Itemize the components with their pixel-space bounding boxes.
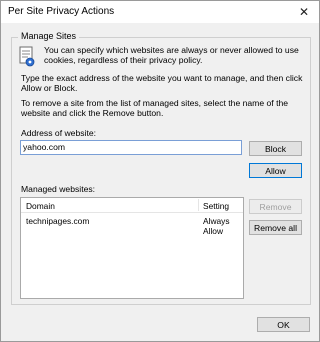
remove-all-button[interactable]: Remove all: [249, 220, 302, 235]
list-header: Domain Setting: [21, 198, 243, 213]
cookie-privacy-icon: [19, 46, 35, 67]
close-icon[interactable]: ✕: [289, 1, 319, 23]
ok-button[interactable]: OK: [257, 317, 310, 332]
managed-websites-label: Managed websites:: [21, 184, 96, 194]
remove-hint-text: To remove a site from the list of manage…: [21, 98, 289, 118]
address-hint-text: Type the exact address of the website yo…: [21, 73, 303, 93]
column-domain[interactable]: Domain: [26, 201, 55, 211]
table-row[interactable]: technipages.com Always Allow: [21, 216, 243, 236]
managed-websites-list[interactable]: Domain Setting technipages.com Always Al…: [20, 197, 244, 299]
column-divider: [198, 199, 199, 211]
row-domain: technipages.com: [26, 216, 90, 226]
manage-sites-label: Manage Sites: [18, 31, 80, 41]
allow-button[interactable]: Allow: [249, 163, 302, 178]
remove-button[interactable]: Remove: [249, 199, 302, 214]
block-button[interactable]: Block: [249, 141, 302, 156]
address-input[interactable]: [20, 140, 242, 155]
address-label: Address of website:: [21, 128, 96, 138]
row-setting: Always Allow: [203, 216, 230, 236]
intro-text: You can specify which websites are alway…: [44, 45, 299, 65]
title-bar: Per Site Privacy Actions ✕: [1, 1, 319, 23]
privacy-dialog: Per Site Privacy Actions ✕ Manage Sites …: [0, 0, 320, 342]
dialog-title: Per Site Privacy Actions: [8, 6, 115, 17]
column-setting[interactable]: Setting: [203, 201, 229, 211]
